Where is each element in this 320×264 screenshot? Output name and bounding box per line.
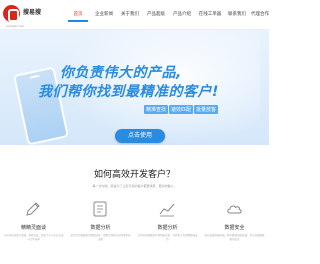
nav-item-contact[interactable]: 联系我们 bbox=[227, 8, 247, 22]
nav-item-home[interactable]: 首页 bbox=[68, 8, 88, 22]
nav-item-product-intro[interactable]: 产品介绍 bbox=[171, 8, 193, 22]
logo-subtext: sonlwsl.com bbox=[6, 24, 25, 28]
nav-item-about[interactable]: 关于我们 bbox=[119, 8, 141, 22]
section-subtitle: 每一次沟通，就是为了让您与您的客户都更满意，更好的做人。 bbox=[92, 184, 177, 188]
banner-tag: 精准查找 bbox=[144, 105, 169, 114]
feature-list: 精精灵面谈 与对方在线进行沟通、协助完成、提高个人与企业交流与合作效率 数据分析… bbox=[0, 194, 269, 264]
chart-icon bbox=[159, 203, 175, 217]
cta-button[interactable]: 点击使用 bbox=[115, 129, 165, 143]
feature-item[interactable]: 数据分析 结合后台数据进行数据分析，提供合理的方向性推荐和决策 bbox=[67, 194, 134, 264]
feature-description: 独立云服务器存储，所有数据加密处理，全方位保障数据的安全 bbox=[204, 234, 265, 241]
brand-logo[interactable]: 搜易搜 sonlwsl.com bbox=[3, 5, 49, 28]
banner-headline-2: 我们帮你找到最精准的客户! bbox=[38, 84, 219, 100]
main-nav: 首页 企业新闻 关于我们 产品超级 产品介绍 在线工单器 联系我们 代理合作 bbox=[60, 0, 269, 30]
feature-description: 对已有的数据进行预测和分析，为开发工作提供数据支持 bbox=[137, 234, 198, 241]
feature-item[interactable]: 精精灵面谈 与对方在线进行沟通、协助完成、提高个人与企业交流与合作效率 bbox=[0, 194, 67, 264]
nav-item-news[interactable]: 企业新闻 bbox=[93, 8, 115, 22]
site-header: 搜易搜 sonlwsl.com 首页 企业新闻 关于我们 产品超级 产品介绍 在… bbox=[0, 0, 269, 30]
section-title: 如何高效开发客户？ bbox=[93, 170, 175, 180]
feature-description: 与对方在线进行沟通、协助完成、提高个人与企业交流与合作效率 bbox=[3, 234, 64, 241]
tablet-icon bbox=[93, 201, 107, 217]
nav-item-partner[interactable]: 代理合作 bbox=[250, 8, 270, 22]
feature-label: 数据分析 bbox=[157, 225, 178, 231]
banner-tag: 批量放客 bbox=[194, 105, 219, 114]
banner-tag: 速效匹配 bbox=[169, 105, 194, 114]
feature-description: 结合后台数据进行数据分析，提供合理的方向性推荐和决策 bbox=[70, 234, 131, 241]
hero-banner: 你负责伟大的产品, 我们帮你找到最精准的客户! 精准查找 速效匹配 批量放客 点… bbox=[0, 30, 269, 145]
cloud-icon bbox=[227, 205, 242, 214]
feature-label: 数据安全 bbox=[224, 225, 245, 231]
feature-label: 精精灵面谈 bbox=[20, 225, 46, 231]
feature-item[interactable]: 数据分析 对已有的数据进行预测和分析，为开发工作提供数据支持 bbox=[134, 194, 201, 264]
feature-item[interactable]: 数据安全 独立云服务器存储，所有数据加密处理，全方位保障数据的安全 bbox=[201, 194, 268, 264]
pen-icon bbox=[26, 202, 40, 216]
nav-item-online-tools[interactable]: 在线工单器 bbox=[197, 8, 223, 22]
feature-label: 数据分析 bbox=[90, 225, 111, 231]
logo-text: 搜易搜 bbox=[23, 9, 42, 16]
logo-mark-icon bbox=[3, 5, 20, 22]
banner-headline-1: 你负责伟大的产品, bbox=[60, 65, 182, 81]
nav-item-products[interactable]: 产品超级 bbox=[145, 8, 167, 22]
